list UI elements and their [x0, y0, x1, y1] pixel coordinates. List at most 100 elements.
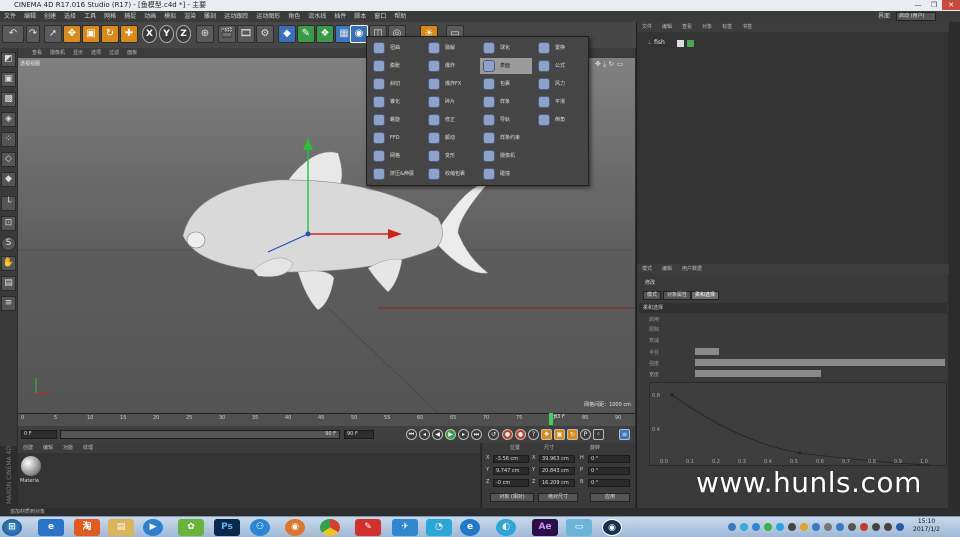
deformer-menu-item[interactable]: 挤压&伸展 [370, 166, 422, 182]
rotate-icon[interactable]: ↻ [101, 25, 119, 43]
deformer-menu-item[interactable]: 置换 [535, 40, 587, 56]
timeline-ruler[interactable]: 051015202530354045505560657075808590 [18, 413, 635, 426]
deformer-menu-item[interactable]: 融解 [425, 40, 477, 56]
undo-icon[interactable]: ↶ [2, 25, 24, 43]
rotation-field[interactable]: 0 ° [588, 455, 630, 463]
x-axis-lock-icon[interactable]: X [142, 25, 157, 43]
pen-spline-icon[interactable]: ✎ [297, 25, 315, 43]
menu-item[interactable]: 模拟 [160, 11, 180, 22]
move-icon[interactable]: ✥ [63, 25, 81, 43]
frame-range-slider[interactable]: 90 F [60, 430, 340, 439]
deformer-menu-item[interactable]: 爆炸FX [425, 76, 477, 92]
size-field[interactable]: 20.843 cm [539, 467, 575, 475]
play-reverse-icon[interactable]: ◀ [432, 429, 443, 440]
tray-icon-5[interactable] [776, 523, 784, 531]
tray-icon-6[interactable] [788, 523, 796, 531]
solo-icon[interactable]: S [1, 236, 16, 251]
live-select-icon[interactable]: ➚ [44, 25, 62, 43]
deformer-menu-item[interactable]: 螺旋 [370, 112, 422, 128]
viewport-menu-item[interactable]: 查看 [28, 50, 46, 56]
maximize-button[interactable]: ❐ [926, 0, 942, 10]
minimize-button[interactable]: — [910, 0, 926, 10]
volume-icon[interactable] [872, 523, 880, 531]
tray-icon-7[interactable] [800, 523, 808, 531]
material-manager[interactable]: Materia [18, 453, 480, 508]
viewport-menu-item[interactable]: 选项 [87, 50, 105, 56]
menu-item[interactable]: 运动跟踪 [220, 11, 252, 22]
tab-soft-selection[interactable]: 柔和选择 [691, 291, 720, 300]
tray-icon-3[interactable] [752, 523, 760, 531]
object-menu-item[interactable]: 标签 [717, 22, 737, 32]
end-frame-field[interactable]: 90 F [344, 430, 374, 439]
deformer-menu-item[interactable]: 导轨 [480, 112, 532, 128]
input-method-icon[interactable] [896, 523, 904, 531]
cinema4d-taskbar-icon[interactable]: ◉ [602, 519, 622, 536]
position-field[interactable]: -0 cm [493, 479, 529, 487]
attribute-menu-item[interactable]: 编辑 [657, 264, 677, 274]
attribute-menu-item[interactable]: 模式 [637, 264, 657, 274]
texture-mode-icon[interactable]: ▩ [1, 92, 16, 107]
size-field[interactable]: 39.963 cm [539, 455, 575, 463]
cube-icon[interactable]: ◆ [278, 25, 296, 43]
record-icon[interactable]: ● [502, 429, 513, 440]
menu-item[interactable]: 帮助 [390, 11, 410, 22]
deformer-menu-item[interactable]: 斜切 [370, 76, 422, 92]
material-menu-item[interactable]: 创建 [18, 443, 38, 453]
workplane-icon[interactable]: ◈ [1, 112, 16, 127]
points-mode-icon[interactable]: ⁘ [1, 132, 16, 147]
object-menu-item[interactable]: 文件 [637, 22, 657, 32]
prev-key-icon[interactable]: ◂ [419, 429, 430, 440]
folder-taskbar-icon[interactable]: ▭ [566, 519, 592, 536]
menu-item[interactable]: 渲染 [180, 11, 200, 22]
viewport-menu-item[interactable]: 过滤 [105, 50, 123, 56]
keyframe-selection-icon[interactable]: ? [528, 429, 539, 440]
play-icon[interactable]: ▶ [445, 429, 456, 440]
viewport-nav-icons[interactable]: ✥ ⤓ ↻ ▭ [593, 58, 633, 68]
strength-slider[interactable] [695, 359, 945, 366]
menu-item[interactable]: 动画 [140, 11, 160, 22]
deformer-menu-item[interactable]: 球化 [480, 40, 532, 56]
viewport-menu-item[interactable]: 显示 [69, 50, 87, 56]
render-settings-icon[interactable]: ⚙ [256, 25, 274, 43]
loop-icon[interactable]: ↺ [488, 429, 499, 440]
material-menu-item[interactable]: 纹理 [78, 443, 98, 453]
menu-item[interactable]: 选择 [60, 11, 80, 22]
size-field[interactable]: 16.209 cm [539, 479, 575, 487]
tray-icon-8[interactable] [812, 523, 820, 531]
start-button[interactable]: ⊞ [2, 519, 22, 536]
layout-select[interactable]: 启动 (用户) [896, 12, 936, 21]
enabled-check-icon[interactable] [687, 40, 694, 47]
tray-icon-10[interactable] [836, 523, 844, 531]
menu-item[interactable]: 编辑 [20, 11, 40, 22]
width-slider[interactable] [695, 370, 821, 377]
make-editable-icon[interactable]: ◩ [1, 52, 16, 67]
attribute-menu-item[interactable]: 用户数据 [677, 264, 707, 274]
object-row-fish[interactable]: ⊥ fish [637, 38, 949, 48]
auto-key-icon[interactable]: ● [515, 429, 526, 440]
redo-icon[interactable]: ↷ [26, 25, 40, 43]
deformer-menu-item[interactable]: 变形 [425, 148, 477, 164]
position-field[interactable]: 9.747 cm [493, 467, 529, 475]
timeline-playhead[interactable] [549, 413, 553, 425]
after-effects-taskbar-icon[interactable]: Ae [532, 519, 558, 536]
menu-item[interactable]: 插件 [330, 11, 350, 22]
rotation-field[interactable]: 0 ° [588, 479, 630, 487]
deformer-menu-item[interactable]: 倒角 [535, 112, 587, 128]
pla-key-icon[interactable]: ⁘ [593, 429, 604, 440]
deformer-menu-item[interactable]: 收缩包裹 [425, 166, 477, 182]
tray-icon-4[interactable] [764, 523, 772, 531]
y-axis-lock-icon[interactable]: Y [159, 25, 174, 43]
scale-key-icon[interactable]: ▣ [554, 429, 565, 440]
deformer-menu-item[interactable]: 平滑 [535, 94, 587, 110]
menu-item[interactable]: 角色 [284, 11, 304, 22]
falloff-graph[interactable]: 0.8 0.4 0.0 0.1 0.2 0.3 0.4 0.5 0.6 0.7 0.8 0.9 1.… [649, 382, 947, 466]
object-menu-item[interactable]: 书签 [737, 22, 757, 32]
goto-end-icon[interactable]: ⏭ [471, 429, 482, 440]
position-key-icon[interactable]: ✥ [541, 429, 552, 440]
model-mode-icon[interactable]: ▣ [1, 72, 16, 87]
param-key-icon[interactable]: P [580, 429, 591, 440]
goto-start-icon[interactable]: ⏮ [406, 429, 417, 440]
explorer-taskbar-icon[interactable]: ▤ [108, 519, 134, 536]
timeline-settings-icon[interactable]: ≡ [619, 429, 630, 440]
deformer-menu-item[interactable]: 碰撞 [480, 166, 532, 182]
